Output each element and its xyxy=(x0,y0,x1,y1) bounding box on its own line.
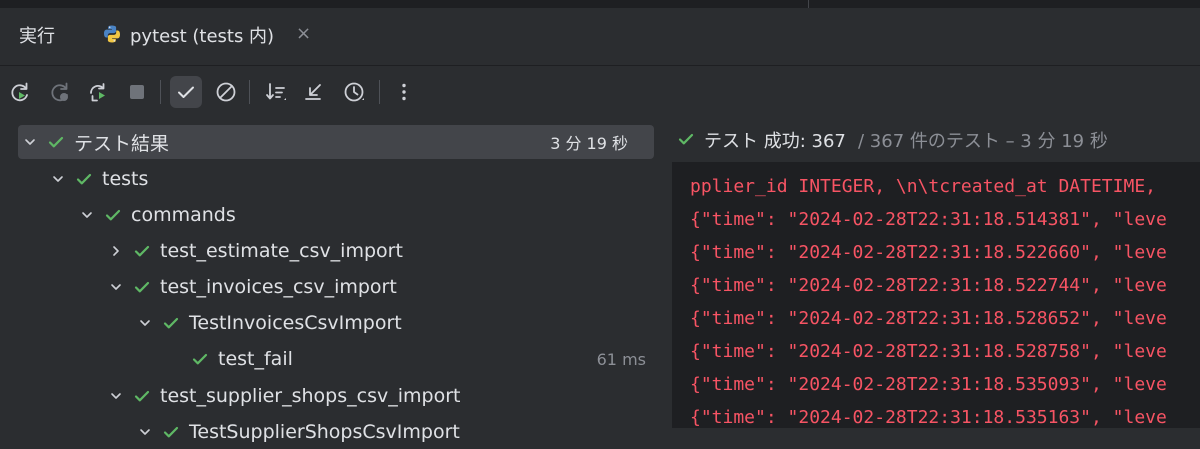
toolbar-separator xyxy=(249,80,250,104)
passed-check-icon xyxy=(132,241,152,261)
tree-item-label: test_invoices_csv_import xyxy=(160,276,397,298)
tree-row-test-results[interactable]: テスト結果 3 分 19 秒 xyxy=(18,125,654,159)
collapse-all-button[interactable] xyxy=(298,76,330,108)
sort-button[interactable] xyxy=(260,76,292,108)
more-icon xyxy=(402,83,406,101)
tree-row-test-supplier-shops-csv-import-class[interactable]: TestSupplierShopsCsvImport xyxy=(135,415,460,449)
duration-label: 61 ms xyxy=(596,349,646,369)
ignored-icon xyxy=(216,82,236,102)
toolbar-separator xyxy=(160,80,161,104)
tree-item-label: test_estimate_csv_import xyxy=(160,240,403,262)
stop-button[interactable] xyxy=(121,76,153,108)
console-line: {"time": "2024-02-28T22:31:18.522744", "… xyxy=(690,275,1167,296)
tree-row-test-fail[interactable]: test_fail 61 ms xyxy=(164,342,654,376)
tree-item-label: TestInvoicesCsvImport xyxy=(189,312,402,334)
console-line: {"time": "2024-02-28T22:31:18.528758", "… xyxy=(690,341,1167,362)
rerun-button[interactable] xyxy=(4,76,36,108)
run-tab-bar: 実行 pytest (tests 内) × xyxy=(0,8,1200,66)
top-strip xyxy=(0,0,1200,8)
sort-icon xyxy=(266,83,286,100)
tree-row-test-supplier-shops-csv-import[interactable]: test_supplier_shops_csv_import xyxy=(106,379,460,413)
tree-row-commands[interactable]: commands xyxy=(77,198,236,232)
divider xyxy=(808,0,809,8)
chevron-right-icon[interactable] xyxy=(106,241,126,261)
chevron-down-icon[interactable] xyxy=(135,313,155,333)
tree-row-test-invoices-csv-import[interactable]: test_invoices_csv_import xyxy=(106,270,397,304)
passed-check-icon xyxy=(676,129,696,149)
toolbar-separator xyxy=(379,80,380,104)
chevron-down-icon[interactable] xyxy=(135,422,155,442)
console-line: {"time": "2024-02-28T22:31:18.528652", "… xyxy=(690,308,1167,329)
tree-item-label: test_supplier_shops_csv_import xyxy=(160,385,461,407)
passed-check-icon xyxy=(161,313,181,333)
toggle-auto-test-icon xyxy=(90,83,105,102)
tree-item-label: TestSupplierShopsCsvImport xyxy=(189,421,460,443)
tree-row-test-invoices-csv-import-class[interactable]: TestInvoicesCsvImport xyxy=(135,306,402,340)
chevron-down-icon[interactable] xyxy=(77,205,97,225)
rerun-failed-button[interactable] xyxy=(44,76,76,108)
passed-check-icon xyxy=(161,422,181,442)
console-line: {"time": "2024-02-28T22:31:18.535163", "… xyxy=(690,407,1167,428)
stop-icon xyxy=(130,85,144,99)
console-line: {"time": "2024-02-28T22:31:18.522660", "… xyxy=(690,242,1167,263)
console-output[interactable]: pplier_id INTEGER, \n\tcreated_at DATETI… xyxy=(690,170,1167,428)
tree-row-tests[interactable]: tests xyxy=(48,162,148,196)
history-button[interactable] xyxy=(338,76,370,108)
tree-item-label: テスト結果 xyxy=(74,132,170,155)
tree-item-label: commands xyxy=(131,204,236,226)
console-line: {"time": "2024-02-28T22:31:18.535093", "… xyxy=(690,374,1167,395)
checkmark-icon xyxy=(178,86,194,98)
console-panel: テスト 成功: 367 / 367 件のテスト – 3 分 19 秒 pplie… xyxy=(672,118,1200,428)
tab-pytest[interactable]: pytest (tests 内) × xyxy=(84,8,328,65)
passed-check-icon xyxy=(190,349,210,369)
chevron-down-icon[interactable] xyxy=(106,386,126,406)
passed-check-icon xyxy=(132,386,152,406)
tree-item-label: tests xyxy=(102,168,149,190)
more-options-button[interactable] xyxy=(388,76,420,108)
toggle-auto-test-button[interactable] xyxy=(82,76,114,108)
rerun-icon xyxy=(11,82,28,102)
console-line: pplier_id INTEGER, \n\tcreated_at DATETI… xyxy=(690,176,1167,197)
python-icon xyxy=(102,24,122,44)
passed-check-icon xyxy=(103,205,123,225)
close-icon[interactable]: × xyxy=(296,23,311,44)
tab-underline xyxy=(84,63,328,65)
test-tree: テスト結果 3 分 19 秒 tests commands test_estim… xyxy=(0,118,672,443)
test-status-bar: テスト 成功: 367 / 367 件のテスト – 3 分 19 秒 xyxy=(672,118,1200,162)
tree-item-label: test_fail xyxy=(218,348,293,370)
leaf-spacer xyxy=(164,349,184,369)
chevron-down-icon[interactable] xyxy=(106,277,126,297)
history-icon xyxy=(344,82,364,102)
passed-check-icon xyxy=(46,132,66,152)
total-count-text: / 367 件のテスト – 3 分 19 秒 xyxy=(858,131,1108,152)
rerun-failed-icon xyxy=(51,82,68,102)
show-passed-button[interactable] xyxy=(170,76,202,108)
test-toolbar xyxy=(0,66,1200,118)
collapse-icon xyxy=(305,84,321,100)
passed-check-icon xyxy=(74,169,94,189)
tree-row-test-estimate-csv-import[interactable]: test_estimate_csv_import xyxy=(106,234,403,268)
passed-check-icon xyxy=(132,277,152,297)
duration-label: 3 分 19 秒 xyxy=(550,134,628,153)
passed-count-text: テスト 成功: 367 xyxy=(704,131,846,152)
chevron-down-icon[interactable] xyxy=(20,132,40,152)
chevron-down-icon[interactable] xyxy=(48,169,68,189)
console-line: {"time": "2024-02-28T22:31:18.514381", "… xyxy=(690,209,1167,230)
tab-label: pytest (tests 内) xyxy=(130,26,275,47)
run-panel-title: 実行 xyxy=(19,26,55,47)
show-ignored-button[interactable] xyxy=(210,76,242,108)
